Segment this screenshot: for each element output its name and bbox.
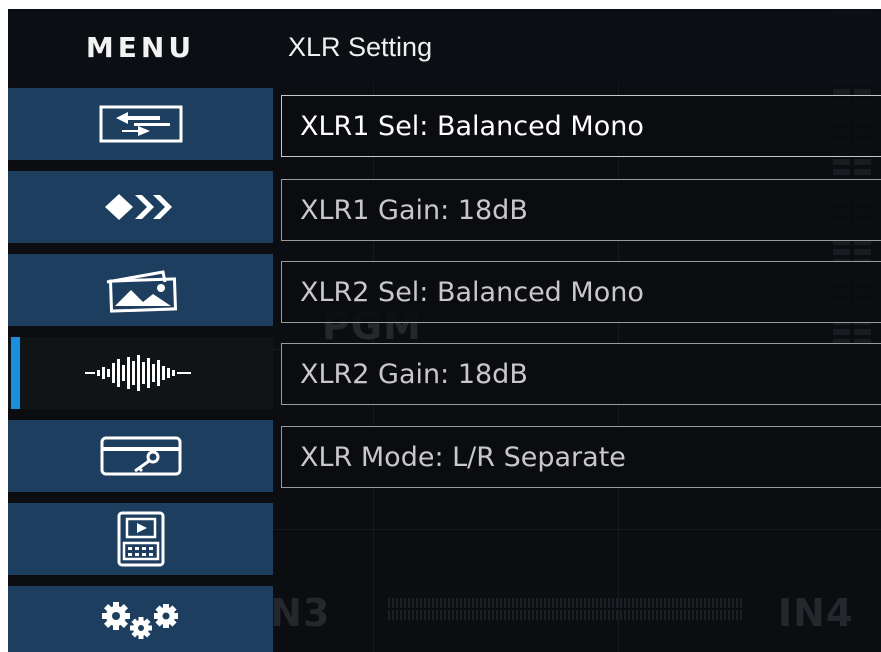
sidebar-item-audio[interactable] [8,337,273,409]
header: MENU XLR Setting [8,9,881,85]
sidebar-item-picture[interactable] [8,254,273,326]
option-xlr2-gain[interactable]: XLR2 Gain: 18dB [281,343,881,405]
option-xlr1-gain[interactable]: XLR1 Gain: 18dB [281,179,881,241]
transition-arrows-icon [104,194,172,220]
menu-label: MENU [85,30,196,64]
level-meter [388,598,743,620]
in4-label: IN4 [778,591,854,635]
sidebar-item-key[interactable] [8,420,273,492]
recorder-device-icon [117,511,164,567]
settings-gears-icon [101,602,178,639]
sidebar-item-transition[interactable] [8,171,273,243]
screen: PGM IN3 IN4 MENU XLR Setting XLR1 Sel: B… [8,9,881,652]
picture-icon [106,270,177,313]
option-xlr-mode[interactable]: XLR Mode: L/R Separate [281,426,881,488]
active-indicator [11,337,20,409]
sidebar-item-settings[interactable] [8,586,273,652]
page-title: XLR Setting [288,31,433,62]
option-xlr1-select[interactable]: XLR1 Sel: Balanced Mono [281,95,881,157]
audio-waveform-icon [84,355,191,391]
option-xlr2-select[interactable]: XLR2 Sel: Balanced Mono [281,261,881,323]
sidebar [8,88,273,652]
key-card-icon [100,436,181,476]
input-switch-icon [99,105,182,143]
sidebar-item-recorder[interactable] [8,503,273,575]
sidebar-item-input[interactable] [8,88,273,160]
